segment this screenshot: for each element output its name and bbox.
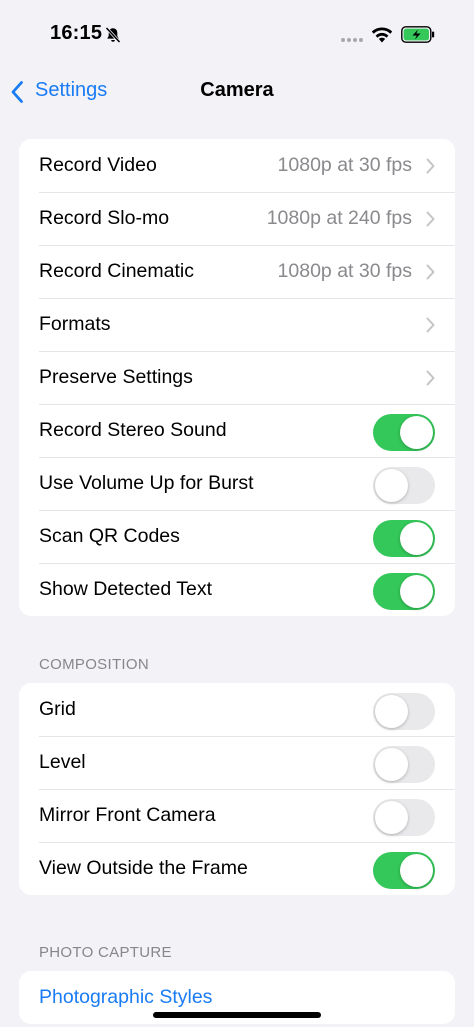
- row-value: 1080p at 30 fps: [277, 154, 412, 176]
- camera-settings-group: Record Video 1080p at 30 fps Record Slo-…: [19, 139, 455, 616]
- level-toggle[interactable]: [373, 746, 435, 783]
- status-bar: 16:15: [0, 0, 474, 70]
- row-label: Scan QR Codes: [39, 525, 180, 547]
- grid-row: Grid: [19, 683, 455, 736]
- show-detected-text-toggle[interactable]: [373, 573, 435, 610]
- composition-group: Grid Level Mirror Front Camera View Outs…: [19, 683, 455, 895]
- mirror-front-camera-row: Mirror Front Camera: [19, 789, 455, 842]
- chevron-right-icon: [426, 317, 435, 333]
- record-stereo-sound-toggle[interactable]: [373, 414, 435, 451]
- toggle-knob: [400, 575, 433, 608]
- view-outside-frame-toggle[interactable]: [373, 852, 435, 889]
- preserve-settings-row[interactable]: Preserve Settings: [19, 351, 455, 404]
- page-title: Camera: [200, 79, 274, 101]
- chevron-right-icon: [426, 158, 435, 174]
- composition-header: COMPOSITION: [39, 656, 149, 673]
- row-value: 1080p at 30 fps: [277, 260, 412, 282]
- volume-up-burst-row: Use Volume Up for Burst: [19, 457, 455, 510]
- row-label: Record Video: [39, 154, 157, 176]
- bell-slash-icon: [105, 26, 121, 44]
- row-label: Mirror Front Camera: [39, 804, 216, 826]
- show-detected-text-row: Show Detected Text: [19, 563, 455, 616]
- toggle-knob: [375, 469, 408, 502]
- row-label: Record Stereo Sound: [39, 419, 227, 441]
- wifi-icon: [371, 27, 393, 43]
- toggle-knob: [400, 522, 433, 555]
- toggle-knob: [375, 748, 408, 781]
- record-cinematic-row[interactable]: Record Cinematic 1080p at 30 fps: [19, 245, 455, 298]
- volume-up-burst-toggle[interactable]: [373, 467, 435, 504]
- status-time: 16:15: [50, 22, 103, 44]
- toggle-knob: [375, 801, 408, 834]
- toggle-knob: [400, 854, 433, 887]
- cellular-dots-icon: [341, 38, 363, 42]
- scan-qr-codes-row: Scan QR Codes: [19, 510, 455, 563]
- chevron-right-icon: [426, 264, 435, 280]
- row-label: View Outside the Frame: [39, 857, 248, 879]
- row-label: Record Cinematic: [39, 260, 194, 282]
- toggle-knob: [375, 695, 408, 728]
- row-value: 1080p at 240 fps: [266, 207, 412, 229]
- row-label: Preserve Settings: [39, 366, 193, 388]
- row-label: Formats: [39, 313, 111, 335]
- row-label: Use Volume Up for Burst: [39, 472, 254, 494]
- photo-capture-header: PHOTO CAPTURE: [39, 944, 172, 961]
- chevron-right-icon: [426, 211, 435, 227]
- record-stereo-sound-row: Record Stereo Sound: [19, 404, 455, 457]
- grid-toggle[interactable]: [373, 693, 435, 730]
- mirror-front-camera-toggle[interactable]: [373, 799, 435, 836]
- row-label: Record Slo-mo: [39, 207, 170, 229]
- scan-qr-codes-toggle[interactable]: [373, 520, 435, 557]
- record-video-row[interactable]: Record Video 1080p at 30 fps: [19, 139, 455, 192]
- formats-row[interactable]: Formats: [19, 298, 455, 351]
- view-outside-frame-row: View Outside the Frame: [19, 842, 455, 895]
- row-label: Grid: [39, 698, 76, 720]
- chevron-right-icon: [426, 370, 435, 386]
- level-row: Level: [19, 736, 455, 789]
- battery-charging-icon: [401, 26, 435, 43]
- row-label: Level: [39, 751, 86, 773]
- record-slo-mo-row[interactable]: Record Slo-mo 1080p at 240 fps: [19, 192, 455, 245]
- photographic-styles-link[interactable]: Photographic Styles: [39, 986, 212, 1009]
- row-label: Show Detected Text: [39, 578, 213, 600]
- toggle-knob: [400, 416, 433, 449]
- home-indicator: [153, 1012, 321, 1018]
